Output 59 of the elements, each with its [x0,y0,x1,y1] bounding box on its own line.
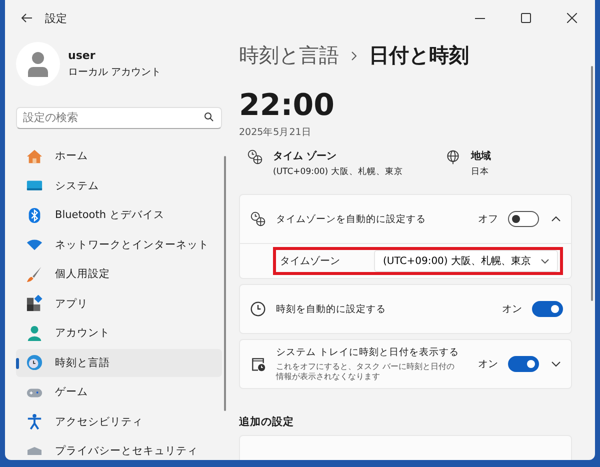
toggle-switch[interactable] [508,211,539,227]
shield-icon [26,447,43,455]
globe-clock-icon [250,211,266,227]
person-silhouette-icon [27,51,49,77]
nav-item[interactable]: ホーム [16,142,222,170]
globe-clock-icon [247,149,263,165]
brush-icon [26,266,43,282]
nav-item[interactable]: システム [16,172,222,200]
accessibility-icon [26,413,43,430]
nav-item[interactable]: 時刻と言語 [16,348,222,376]
page-title: 日付と時刻 [369,42,469,69]
search-icon [204,112,214,122]
calendar-clock-icon [250,356,266,372]
current-date: 2025年5月21日 [239,126,312,139]
chevron-right-icon [351,50,357,60]
account-type: ローカル アカウント [68,66,162,79]
nav-item[interactable]: アカウント [16,319,222,347]
maximize-icon [521,13,531,23]
info-value: (UTC+09:00) 大阪、札幌、東京 [273,166,403,178]
timezone-dropdown[interactable]: (UTC+09:00) 大阪、札幌、東京 [374,250,558,272]
section-heading: 追加の設定 [239,415,295,429]
toggle-state-label: オン [478,358,498,371]
clock-icon [250,301,266,317]
nav-item[interactable]: ゲーム [16,378,222,406]
breadcrumb-parent[interactable]: 時刻と言語 [239,42,339,69]
nav-item[interactable]: プライバシーとセキュリティ [16,437,222,460]
setting-title: 時刻を自動的に設定する [276,302,387,316]
setting-title: システム トレイに時刻と日付を表示する [276,346,460,359]
setting-description: これをオフにすると、タスク バーに時刻と日付の情報が表示されなくなります [276,362,456,382]
globe-icon [444,149,461,165]
setting-label: タイムゾーン [280,254,341,268]
toggle-state-label: オフ [478,213,498,226]
house-icon [26,148,43,164]
info-label: 地域 [470,150,491,163]
info-label: タイム ゾーン [273,150,338,163]
scrollbar[interactable] [591,66,593,301]
nav-item[interactable]: Bluetooth とデバイス [16,201,222,229]
info-value: 日本 [470,166,490,178]
toggle-switch[interactable] [508,356,539,372]
nav-item[interactable]: アクセシビリティ [16,408,222,436]
close-icon [567,13,577,23]
window-title: 設定 [45,10,67,26]
back-arrow-icon [21,13,33,23]
apps-icon [26,295,43,312]
bluetooth-icon [26,206,43,224]
setting-title: タイムゾーンを自動的に設定する [276,212,427,226]
search-field[interactable]: 設定の検索 [16,106,222,128]
scrollbar[interactable] [224,156,226,411]
toggle-state-label: オン [502,303,522,316]
nav-item[interactable]: ネットワークとインターネット [16,230,222,258]
chevron-down-icon [541,258,550,264]
current-time: 22:00 [239,89,336,122]
toggle-switch[interactable] [532,301,563,317]
nav-item[interactable]: 個人用設定 [16,260,222,288]
user-name: user [68,49,96,62]
nav-item[interactable]: アプリ [16,290,222,318]
selection-indicator [16,358,19,368]
globe-clock-icon [26,354,43,371]
person-icon [26,324,43,342]
